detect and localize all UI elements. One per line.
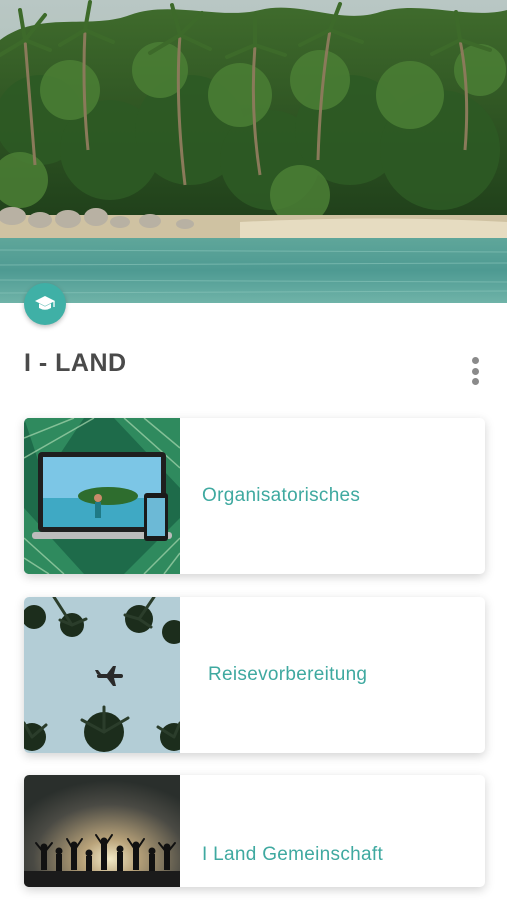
module-card-reisevorbereitung[interactable]: Reisevorbereitung xyxy=(24,597,485,753)
module-card-gemeinschaft[interactable]: I Land Gemeinschaft xyxy=(24,775,485,887)
module-thumbnail xyxy=(24,597,180,753)
more-vertical-icon[interactable] xyxy=(462,353,488,389)
module-thumbnail xyxy=(24,775,180,887)
module-thumbnail xyxy=(24,418,180,574)
page-title: I - LAND xyxy=(24,349,127,377)
course-content: I - LAND Organisatorisches Reisevorberei… xyxy=(0,303,507,900)
module-card-organisatorisches[interactable]: Organisatorisches xyxy=(24,418,485,574)
graduation-cap-icon xyxy=(24,283,66,325)
module-label: Reisevorbereitung xyxy=(208,664,368,685)
header-image xyxy=(0,0,507,303)
module-label: Organisatorisches xyxy=(202,485,361,506)
module-label: I Land Gemeinschaft xyxy=(202,844,384,865)
